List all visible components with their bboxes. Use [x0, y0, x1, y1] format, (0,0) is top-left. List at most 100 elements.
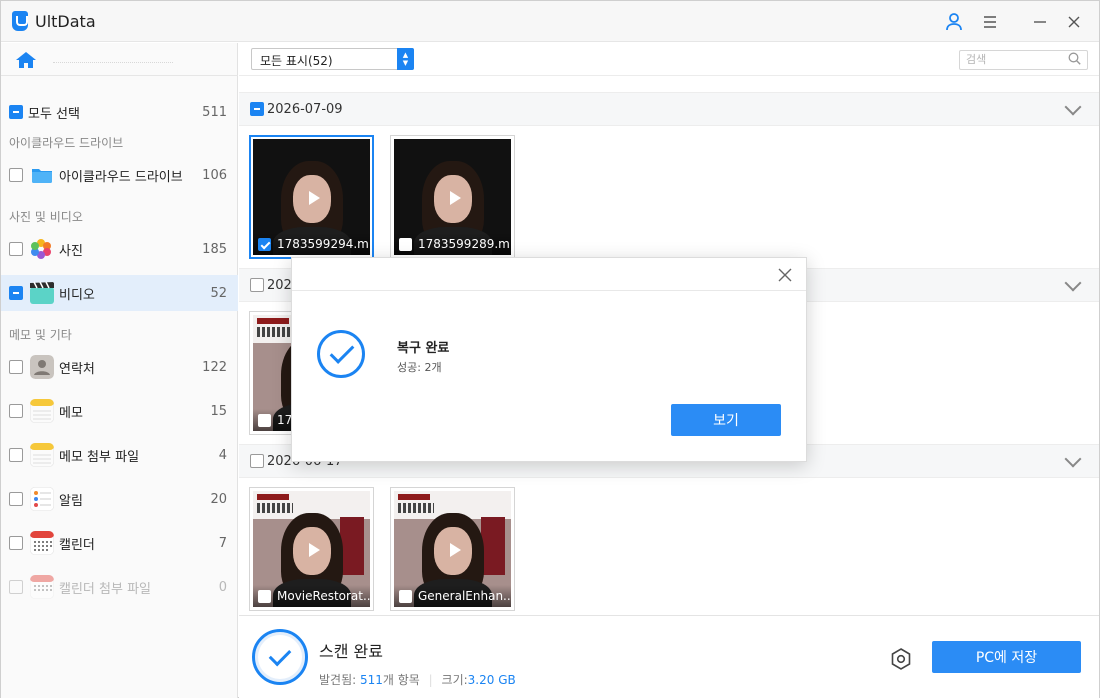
sidebar-item-count: 52	[210, 285, 227, 301]
chevron-down-icon[interactable]	[1064, 450, 1082, 468]
item-checkbox[interactable]	[399, 590, 412, 603]
sidebar-item-label: 알림	[59, 493, 83, 509]
checkbox[interactable]	[9, 168, 23, 182]
settings-icon[interactable]	[888, 646, 914, 672]
sidebar-item-label: 연락처	[59, 361, 95, 377]
checkbox[interactable]	[9, 492, 23, 506]
separator: |	[428, 673, 433, 687]
checkbox[interactable]	[9, 404, 23, 418]
bottom-bar: 스캔 완료 발견됨: 511개 항목 | 크기:3.20 GB PC에 저장	[239, 615, 1099, 698]
sidebar-item-icloud-drive[interactable]: 아이클라우드 드라이브 106	[1, 157, 238, 193]
video-thumbnail-image: MovieRestorat...	[253, 491, 370, 607]
notes-attachment-icon	[30, 443, 54, 467]
sidebar-item-label: 사진	[59, 243, 83, 259]
tv-red	[481, 517, 505, 575]
account-button[interactable]	[941, 9, 967, 35]
item-checkbox[interactable]	[258, 238, 271, 251]
sidebar-item-contacts[interactable]: 연락처 122	[1, 349, 238, 385]
play-icon	[450, 191, 461, 205]
contacts-icon	[30, 355, 54, 379]
sidebar-item-videos[interactable]: 비디오 52	[1, 275, 238, 311]
save-to-pc-button[interactable]: PC에 저장	[932, 641, 1081, 673]
sidebar-item-label: 메모	[59, 405, 83, 421]
sidebar: 모두 선택 511 아이클라우드 드라이브 아이클라우드 드라이브 106 사진…	[1, 43, 238, 698]
checkbox[interactable]	[9, 580, 23, 594]
view-button[interactable]: 보기	[671, 404, 781, 436]
item-checkbox[interactable]	[258, 414, 271, 427]
success-check-icon	[317, 330, 365, 378]
checkbox[interactable]	[9, 360, 23, 374]
dialog-subtitle: 성공: 2개	[397, 361, 442, 374]
close-window-button[interactable]	[1061, 9, 1087, 35]
video-thumbnail-image: 1783599289.m...	[394, 139, 511, 255]
checkbox[interactable]	[9, 242, 23, 256]
sidebar-item-calendar-attachments[interactable]: 캘린더 첨부 파일 0	[1, 569, 238, 605]
checkbox[interactable]	[9, 448, 23, 462]
item-checkbox[interactable]	[399, 238, 412, 251]
home-row	[1, 43, 238, 76]
app-title: UltData	[35, 12, 96, 31]
found-label: 발견됨:	[319, 673, 360, 687]
sidebar-item-count: 122	[202, 359, 227, 375]
minimize-button[interactable]	[1027, 9, 1053, 35]
title-bar: UltData	[1, 1, 1099, 42]
video-thumbnail-image: 1783599294.m...	[253, 139, 370, 255]
select-all-checkbox[interactable]	[9, 105, 23, 119]
media-thumbnail[interactable]: MovieRestorat...	[249, 487, 374, 611]
group-date: 2026-07-09	[267, 102, 343, 117]
notes-icon	[30, 399, 54, 423]
play-icon	[309, 543, 320, 557]
filter-value: 모든 표시(52)	[260, 54, 333, 68]
scan-complete-icon	[252, 629, 308, 685]
sidebar-item-notes-attachments[interactable]: 메모 첨부 파일 4	[1, 437, 238, 473]
section-memos-etc: 메모 및 기타	[9, 328, 72, 342]
recovery-complete-dialog: 복구 완료 성공: 2개 보기	[291, 257, 807, 462]
search-icon[interactable]	[1068, 52, 1081, 65]
play-icon	[450, 543, 461, 557]
dropdown-arrows-icon[interactable]: ▲ ▼	[397, 48, 414, 70]
dialog-title: 복구 완료	[397, 341, 450, 356]
status-title: 스캔 완료	[319, 642, 383, 661]
found-count: 511	[359, 673, 383, 687]
select-all-row[interactable]: 모두 선택 511	[1, 94, 238, 130]
checkbox[interactable]	[9, 536, 23, 550]
sidebar-item-notes[interactable]: 메모 15	[1, 393, 238, 429]
folder-icon	[32, 169, 52, 183]
media-thumbnail[interactable]: 1783599289.m...	[390, 135, 515, 259]
sidebar-item-reminders[interactable]: 알림 20	[1, 481, 238, 517]
checkbox[interactable]	[9, 286, 23, 300]
app-window: UltData 모두 선택 511 아이클라우드 드라이브 아이클라우드 드라이…	[0, 0, 1100, 698]
media-thumbnail[interactable]: 1783599294.m...	[249, 135, 374, 259]
sidebar-item-count: 15	[210, 403, 227, 419]
photos-icon	[31, 239, 51, 259]
sidebar-item-photos[interactable]: 사진 185	[1, 231, 238, 267]
group-checkbox[interactable]	[250, 278, 264, 292]
play-icon	[309, 191, 320, 205]
calendar-attachment-icon	[30, 575, 54, 599]
reminders-icon	[30, 487, 54, 511]
calendar-icon	[30, 531, 54, 555]
group-checkbox[interactable]	[250, 454, 264, 468]
select-all-label: 모두 선택	[28, 106, 80, 122]
dialog-header	[292, 258, 806, 291]
divider	[239, 75, 1099, 76]
size-label: 크기:	[441, 673, 468, 687]
sidebar-item-count: 185	[202, 241, 227, 257]
media-thumbnail[interactable]: GeneralEnhan...	[390, 487, 515, 611]
video-icon	[30, 281, 54, 304]
sidebar-item-count: 7	[218, 535, 227, 551]
home-icon[interactable]	[15, 51, 37, 69]
chevron-down-icon[interactable]	[1064, 98, 1082, 116]
sidebar-item-calendar[interactable]: 캘린더 7	[1, 525, 238, 561]
filter-select[interactable]: 모든 표시(52) ▲ ▼	[251, 48, 414, 70]
item-checkbox[interactable]	[258, 590, 271, 603]
chevron-down-icon[interactable]	[1064, 274, 1082, 292]
sidebar-item-count: 106	[202, 167, 227, 183]
sidebar-item-count: 4	[218, 447, 227, 463]
group-checkbox[interactable]	[250, 102, 264, 116]
tv-red	[340, 517, 364, 575]
ultdata-logo-icon	[12, 11, 28, 31]
menu-button[interactable]	[977, 9, 1003, 35]
close-icon[interactable]	[776, 266, 794, 284]
date-group-header[interactable]: 2026-07-09	[239, 92, 1099, 126]
